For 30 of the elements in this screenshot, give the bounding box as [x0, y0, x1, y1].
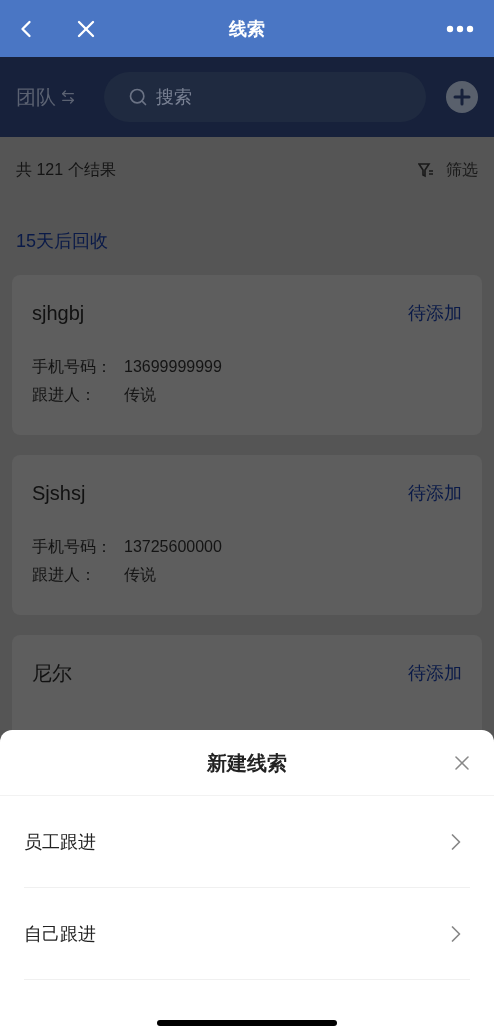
field-label: 跟进人： [32, 385, 97, 405]
search-icon [128, 87, 148, 107]
field-value: 13725600000 [124, 537, 222, 557]
filter-icon[interactable] [418, 162, 434, 178]
lead-name: sjhgbj [32, 301, 85, 326]
lead-status: 待添加 [408, 302, 462, 325]
add-button[interactable] [446, 81, 478, 113]
sheet-option[interactable]: 员工跟进 [24, 796, 470, 888]
group-title: 15天后回收 [15, 230, 110, 253]
field-label: 手机号码： [32, 357, 113, 377]
lead-card[interactable]: Sjshsj 待添加 手机号码： 13725600000 跟进人： 传说 [12, 455, 482, 615]
field-value: 传说 [124, 565, 156, 585]
field-label: 手机号码： [32, 537, 113, 557]
lead-name: 尼尔 [32, 661, 72, 686]
lead-card[interactable]: sjhgbj 待添加 手机号码： 13699999999 跟进人： 传说 [12, 275, 482, 435]
scope-label[interactable]: 团队 [16, 83, 56, 111]
page-title: 线索 [229, 17, 265, 41]
field-value: 13699999999 [124, 357, 222, 377]
lead-status: 待添加 [408, 482, 462, 505]
lead-name: Sjshsj [32, 481, 86, 506]
field-value: 传说 [124, 385, 156, 405]
lead-status: 待添加 [408, 662, 462, 685]
field-label: 跟进人： [32, 565, 97, 585]
result-count: 共 121 个结果 [16, 160, 116, 180]
more-icon[interactable] [446, 24, 474, 33]
sheet-option[interactable]: 自己跟进 [24, 888, 470, 980]
search-field[interactable]: 搜索 [104, 72, 426, 122]
switch-icon[interactable] [60, 89, 76, 105]
sheet-title: 新建线索 [207, 750, 287, 776]
filter-label[interactable]: 筛选 [446, 158, 478, 182]
